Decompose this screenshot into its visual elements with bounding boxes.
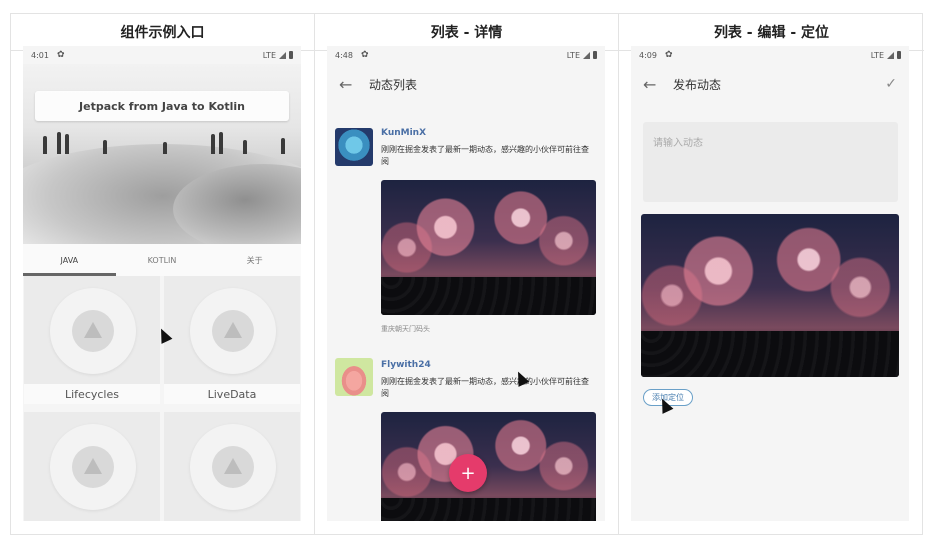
signal-icon bbox=[887, 51, 894, 59]
arrow-left-icon[interactable]: ← bbox=[339, 75, 363, 94]
post-image bbox=[381, 180, 596, 315]
network-label: LTE bbox=[566, 50, 580, 60]
battery-icon bbox=[289, 51, 293, 59]
phone-screen-edit: 4:09 ✿ LTE ← 发布动态 ✓ 请输入动态 添加定位 bbox=[631, 46, 909, 521]
network-label: LTE bbox=[262, 50, 276, 60]
status-icons: LTE bbox=[263, 51, 293, 60]
card-livedata[interactable] bbox=[164, 276, 300, 384]
column-divider bbox=[618, 51, 619, 534]
card-label: LiveData bbox=[164, 384, 300, 404]
battery-icon bbox=[593, 51, 597, 59]
status-bar: 4:01 ✿ LTE bbox=[23, 46, 301, 64]
arrow-left-icon[interactable]: ← bbox=[643, 75, 667, 94]
add-post-button[interactable]: + bbox=[449, 454, 487, 492]
jetpack-icon bbox=[84, 458, 102, 474]
app-bar: ← 动态列表 bbox=[327, 64, 605, 104]
card-component[interactable] bbox=[24, 412, 160, 521]
status-bar: 4:48 ✿ LTE bbox=[327, 46, 605, 64]
status-bar: 4:09 ✿ LTE bbox=[631, 46, 909, 64]
column-divider bbox=[314, 51, 315, 534]
network-label: LTE bbox=[870, 50, 884, 60]
banner-title: Jetpack from Java to Kotlin bbox=[35, 91, 289, 121]
card-label: Lifecycles bbox=[24, 384, 160, 404]
card-component[interactable] bbox=[164, 412, 300, 521]
post-input[interactable]: 请输入动态 bbox=[643, 122, 898, 202]
tab-about[interactable]: 关于 bbox=[208, 244, 301, 276]
jetpack-icon bbox=[224, 322, 242, 338]
app-bar: ← 发布动态 ✓ bbox=[631, 64, 909, 104]
signal-icon bbox=[279, 51, 286, 59]
page-title: 发布动态 bbox=[673, 77, 722, 92]
selected-image bbox=[641, 214, 899, 377]
skaters-silhouette bbox=[43, 124, 293, 154]
component-grid: Lifecycles LiveData bbox=[23, 276, 301, 521]
user-name: Flywith24 bbox=[381, 360, 431, 370]
avatar bbox=[335, 128, 373, 166]
gear-icon: ✿ bbox=[360, 50, 369, 60]
card-lifecycles[interactable] bbox=[24, 276, 160, 384]
check-icon[interactable]: ✓ bbox=[885, 76, 897, 92]
jetpack-icon bbox=[224, 458, 242, 474]
tab-java[interactable]: JAVA bbox=[23, 244, 116, 276]
status-time: 4:48 bbox=[335, 50, 353, 60]
battery-icon bbox=[897, 51, 901, 59]
post-text: 刚刚在掘金发表了最新一期动态，感兴趣的小伙伴可前往查阅 bbox=[381, 377, 589, 398]
avatar bbox=[335, 358, 373, 396]
user-name: KunMinX bbox=[381, 128, 427, 138]
post-text: 刚刚在掘金发表了最新一期动态，感兴趣的小伙伴可前往查阅 bbox=[381, 145, 589, 166]
signal-icon bbox=[583, 51, 590, 59]
post-image bbox=[381, 412, 596, 521]
banner-image: Jetpack from Java to Kotlin bbox=[23, 64, 301, 244]
status-time: 4:09 bbox=[639, 50, 657, 60]
jetpack-icon bbox=[84, 322, 102, 338]
tab-bar: JAVA KOTLIN 关于 bbox=[23, 244, 301, 276]
post-location: 重庆朝天门码头 bbox=[381, 325, 430, 333]
status-icons: LTE bbox=[871, 51, 901, 60]
tab-kotlin[interactable]: KOTLIN bbox=[116, 244, 209, 276]
phone-screen-list: 4:48 ✿ LTE ← 动态列表 KunMinX 刚刚在掘金发表了最新一期动态… bbox=[327, 46, 605, 521]
status-icons: LTE bbox=[567, 51, 597, 60]
phone-screen-entry: 4:01 ✿ LTE Jetpack from Java to Kotlin J… bbox=[23, 46, 301, 521]
gear-icon: ✿ bbox=[664, 50, 673, 60]
gear-icon: ✿ bbox=[56, 50, 65, 60]
page-title: 动态列表 bbox=[369, 77, 418, 92]
status-time: 4:01 bbox=[31, 50, 49, 60]
